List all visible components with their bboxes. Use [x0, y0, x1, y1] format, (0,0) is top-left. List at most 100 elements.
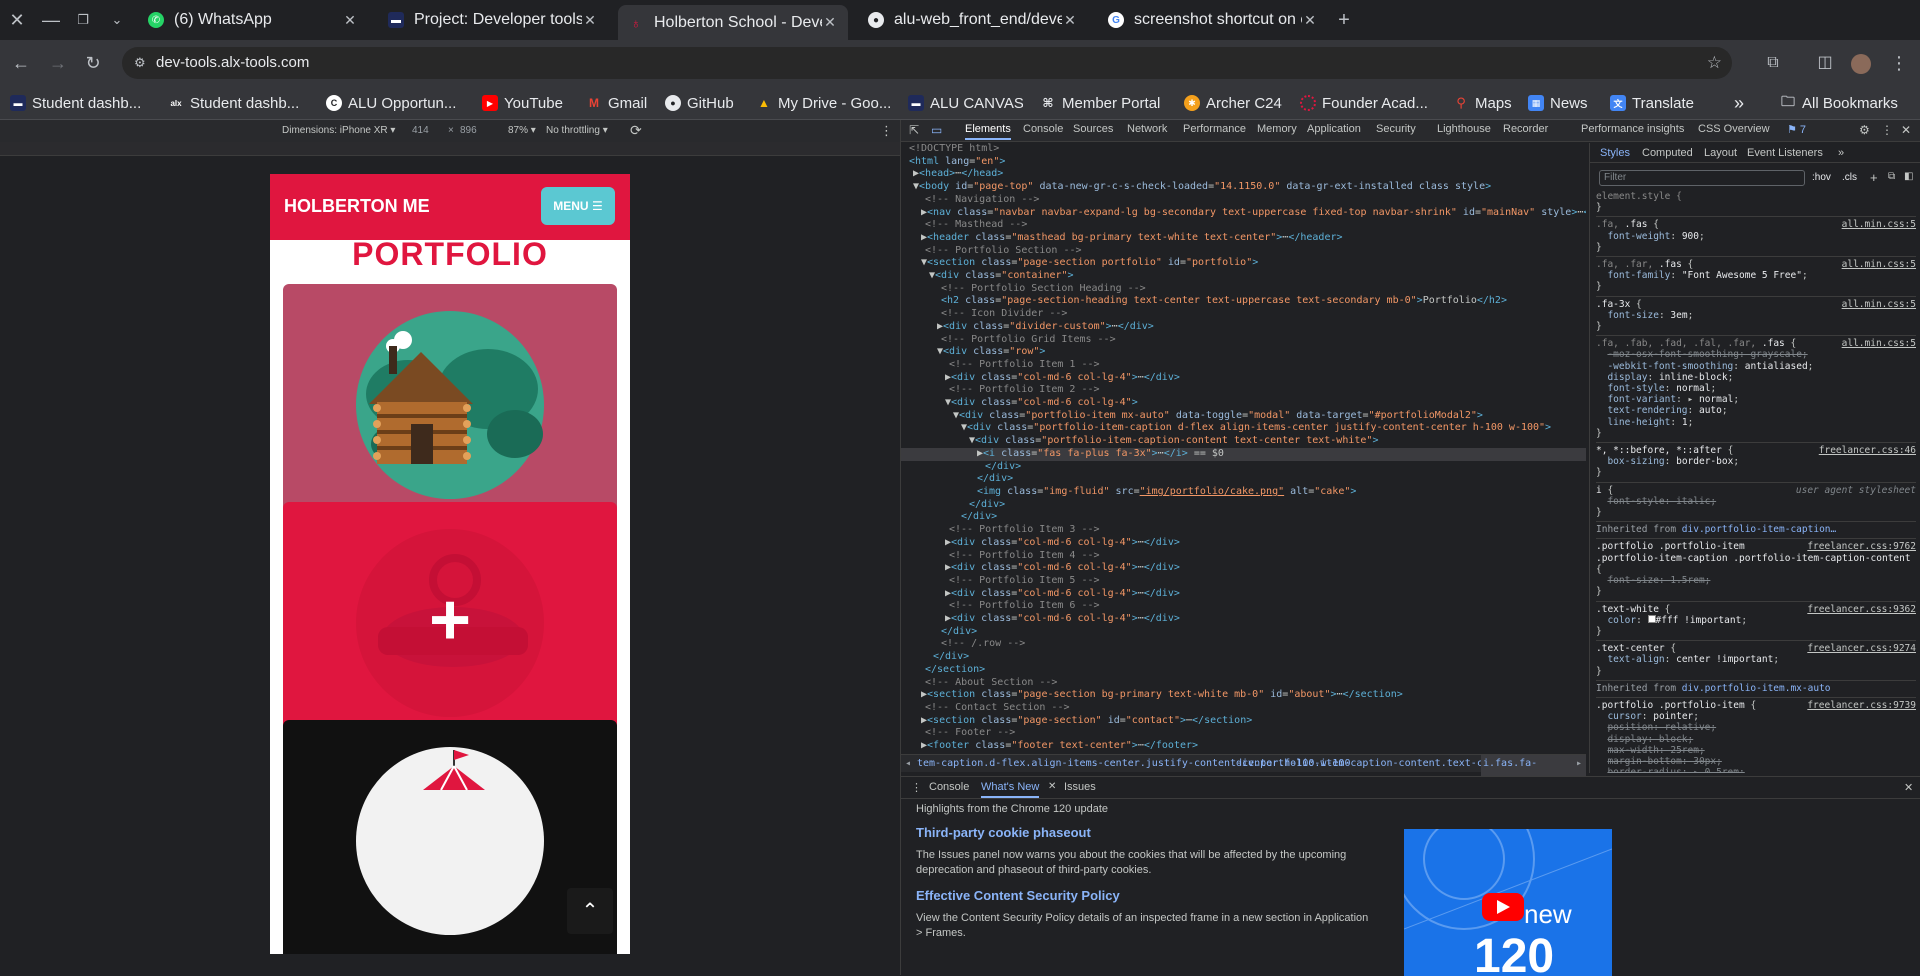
drawer-menu-icon[interactable]: ⋮: [911, 781, 922, 794]
bookmark-my-drive[interactable]: ▲ My Drive - Goo...: [756, 92, 891, 114]
feature-title[interactable]: Third-party cookie phaseout: [916, 825, 1376, 840]
close-tab-icon[interactable]: ✕: [822, 14, 838, 31]
drawer-tab-whats-new[interactable]: What's New: [981, 781, 1040, 798]
site-brand[interactable]: HOLBERTON ME: [284, 196, 430, 217]
bookmark-label: Member Portal: [1062, 94, 1160, 112]
zoom-select[interactable]: 87% ▾: [508, 125, 536, 136]
tab-security[interactable]: Security: [1376, 123, 1416, 135]
close-tab-icon[interactable]: ✕: [582, 12, 598, 29]
cls-toggle[interactable]: .cls: [1842, 172, 1857, 183]
tab-network[interactable]: Network: [1127, 123, 1167, 135]
close-window-icon[interactable]: ✕: [4, 7, 30, 33]
portfolio-item-cabin[interactable]: [283, 284, 617, 526]
close-tab-icon[interactable]: ✕: [1048, 781, 1056, 792]
dimensions-select[interactable]: Dimensions: iPhone XR ▾: [282, 125, 395, 136]
reload-icon[interactable]: ↻: [80, 50, 106, 76]
bookmark-translate[interactable]: 文 Translate: [1610, 92, 1705, 114]
new-tab-icon[interactable]: +: [1331, 7, 1357, 33]
side-panel-icon[interactable]: ◫: [1812, 50, 1838, 76]
tab-github[interactable]: ● alu-web_front_end/deve ✕: [858, 5, 1088, 35]
bookmark-archer[interactable]: ✱ Archer C24: [1184, 92, 1284, 114]
more-subtabs-icon[interactable]: »: [1838, 147, 1844, 159]
tab-elements[interactable]: Elements: [965, 123, 1011, 140]
bookmark-student-dashboard-2[interactable]: alx Student dashb...: [168, 92, 313, 114]
tab-holberton[interactable]: ♁ Holberton School - Deve ✕: [618, 5, 848, 40]
subtab-computed[interactable]: Computed: [1642, 147, 1693, 159]
subtab-event-listeners[interactable]: Event Listeners: [1747, 147, 1823, 159]
scroll-to-top-button[interactable]: ⌃: [567, 888, 613, 934]
drawer-tab-console[interactable]: Console: [929, 781, 969, 793]
tab-whatsapp[interactable]: ✆ (6) WhatsApp ✕: [138, 5, 368, 35]
bookmark-alu-canvas[interactable]: ▬ ALU CANVAS: [908, 92, 1023, 114]
tab-sources[interactable]: Sources: [1073, 123, 1113, 135]
close-tab-icon[interactable]: ✕: [1302, 12, 1318, 29]
tab-recorder[interactable]: Recorder: [1503, 123, 1548, 135]
all-bookmarks-folder[interactable]: 🗀 All Bookmarks: [1780, 92, 1915, 114]
forward-icon[interactable]: →: [45, 50, 71, 76]
bookmark-maps[interactable]: ⚲ Maps: [1453, 92, 1513, 114]
throttling-select[interactable]: No throttling ▾: [546, 125, 608, 136]
tab-performance-insights[interactable]: Performance insights: [1581, 123, 1684, 135]
bookmark-member-portal[interactable]: ⌘ Member Portal: [1040, 92, 1160, 114]
bookmark-youtube[interactable]: ▶ YouTube: [482, 92, 577, 114]
portfolio-item-cake[interactable]: +: [283, 502, 617, 744]
back-icon[interactable]: ←: [8, 50, 34, 76]
breadcrumb-scroll-left-icon[interactable]: ◂: [905, 755, 911, 773]
bookmark-alu-opportunities[interactable]: C ALU Opportun...: [326, 92, 466, 114]
close-drawer-icon[interactable]: ✕: [1904, 781, 1913, 794]
css-rules[interactable]: element.style {} all.min.css:5 .fa, .fas …: [1596, 189, 1916, 773]
google-icon: G: [1108, 12, 1124, 28]
subtab-layout[interactable]: Layout: [1704, 147, 1737, 159]
tab-project[interactable]: ▬ Project: Developer tools ✕: [378, 5, 608, 35]
devtools-more-icon[interactable]: ⋮: [1881, 123, 1893, 137]
subtab-styles[interactable]: Styles: [1600, 147, 1630, 159]
tab-memory[interactable]: Memory: [1257, 123, 1297, 135]
hov-toggle[interactable]: :hov: [1812, 172, 1831, 183]
bookmark-news[interactable]: ▦ News: [1528, 92, 1592, 114]
styles-filter-input[interactable]: Filter: [1599, 170, 1805, 186]
width-input[interactable]: 414: [412, 125, 429, 136]
inspect-element-icon[interactable]: ⇱: [909, 123, 919, 137]
bookmark-founder-academy[interactable]: Founder Acad...: [1300, 92, 1445, 114]
tab-application[interactable]: Application: [1307, 123, 1361, 135]
settings-gear-icon[interactable]: ⚙: [1859, 123, 1870, 137]
device-toggle-icon[interactable]: ▭: [931, 123, 942, 137]
rotate-icon[interactable]: ⟳: [630, 122, 642, 139]
close-tab-icon[interactable]: ✕: [1062, 12, 1078, 29]
tab-console[interactable]: Console: [1023, 123, 1063, 135]
address-bar[interactable]: ⚙ dev-tools.alx-tools.com ☆: [122, 47, 1732, 79]
tab-css-overview[interactable]: CSS Overview: [1698, 123, 1770, 135]
tab-search-icon[interactable]: ⌄: [104, 7, 130, 33]
whats-new-video-thumbnail[interactable]: new 120: [1404, 829, 1612, 976]
menu-label: MENU: [553, 199, 589, 213]
profile-avatar[interactable]: [1848, 50, 1874, 76]
computed-sidebar-icon[interactable]: ◧: [1904, 171, 1913, 182]
height-input[interactable]: 896: [460, 125, 477, 136]
menu-button[interactable]: MENU ☰: [541, 187, 615, 225]
tab-lighthouse[interactable]: Lighthouse: [1437, 123, 1491, 135]
toggle-element-state-icon[interactable]: ⧉: [1888, 171, 1895, 182]
issues-badge[interactable]: ⚑ 7: [1787, 123, 1806, 136]
device-more-icon[interactable]: ⋮: [880, 123, 893, 139]
bookmark-github[interactable]: ● GitHub: [665, 92, 740, 114]
feature-title[interactable]: Effective Content Security Policy: [916, 888, 1376, 903]
extensions-icon[interactable]: ⧉: [1760, 50, 1786, 76]
drawer-tab-issues[interactable]: Issues: [1064, 781, 1096, 793]
new-rule-icon[interactable]: +: [1870, 170, 1878, 185]
bookmark-gmail[interactable]: M Gmail: [586, 92, 658, 114]
restore-icon[interactable]: ❐: [70, 7, 96, 33]
tab-google[interactable]: G screenshot shortcut on c ✕: [1098, 5, 1328, 35]
url-text: dev-tools.alx-tools.com: [156, 54, 310, 71]
menu-dots-icon[interactable]: ⋮: [1886, 50, 1912, 76]
close-devtools-icon[interactable]: ✕: [1901, 123, 1911, 137]
breadcrumb-scroll-right-icon[interactable]: ▸: [1576, 755, 1582, 773]
bookmark-star-icon[interactable]: ☆: [1707, 47, 1722, 79]
more-bookmarks-icon[interactable]: »: [1734, 92, 1754, 114]
dom-tree[interactable]: <!DOCTYPE html> <html lang="en"> ▶<head>…: [901, 143, 1586, 753]
site-info-icon[interactable]: ⚙: [134, 47, 146, 79]
close-tab-icon[interactable]: ✕: [342, 12, 358, 29]
minimize-icon[interactable]: —: [38, 7, 64, 33]
tab-performance[interactable]: Performance: [1183, 123, 1246, 135]
bookmark-student-dashboard-1[interactable]: ▬ Student dashb...: [10, 92, 155, 114]
bookmark-label: YouTube: [504, 94, 563, 112]
